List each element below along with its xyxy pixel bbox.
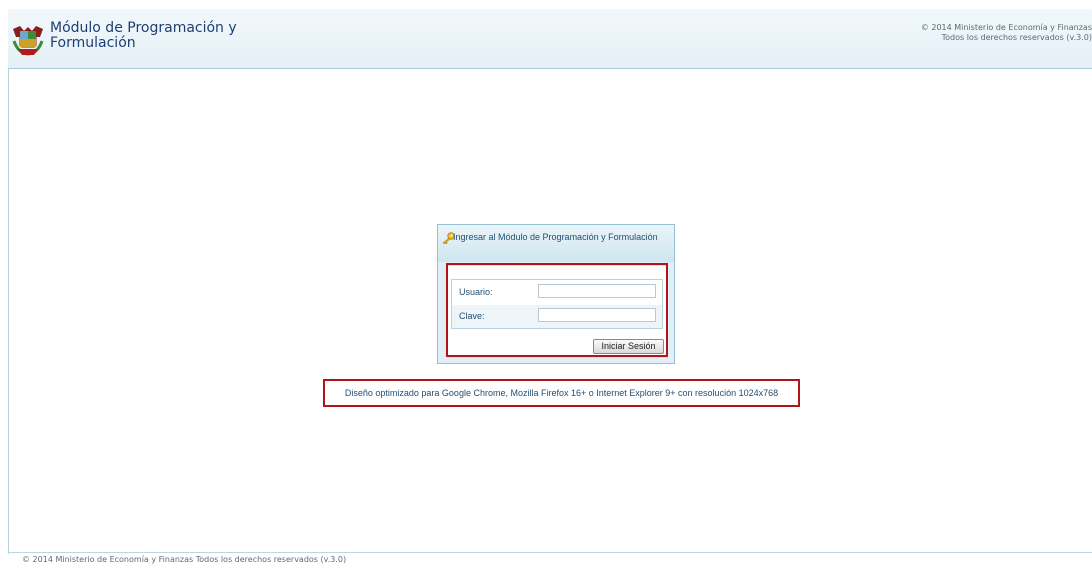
footer-copyright: © 2014 Ministerio de Economía y Finanzas… bbox=[22, 555, 347, 564]
username-row: Usuario: bbox=[452, 281, 662, 304]
login-button[interactable]: Iniciar Sesión bbox=[593, 339, 664, 354]
password-label: Clave: bbox=[459, 311, 485, 321]
copyright-line2: Todos los derechos reservados (v.3.0) bbox=[941, 33, 1092, 42]
login-panel: Ingresar al Módulo de Programación y For… bbox=[437, 224, 675, 364]
username-input[interactable] bbox=[538, 284, 656, 298]
coat-of-arms-logo bbox=[12, 26, 44, 56]
login-form: Usuario: Clave: Iniciar Sesión bbox=[446, 265, 668, 358]
credentials-table: Usuario: Clave: bbox=[451, 279, 663, 329]
browser-notice-text: Diseño optimizado para Google Chrome, Mo… bbox=[344, 388, 779, 398]
password-row: Clave: bbox=[452, 305, 662, 328]
app-header: Módulo de Programación y Formulación © 2… bbox=[8, 9, 1092, 69]
app-title: Módulo de Programación y Formulación bbox=[50, 21, 310, 51]
login-title: Ingresar al Módulo de Programación y For… bbox=[453, 232, 658, 242]
app-title-line2: Formulación bbox=[50, 35, 136, 51]
copyright-line1: © 2014 Ministerio de Economía y Finanzas bbox=[920, 23, 1092, 32]
browser-notice-box: Diseño optimizado para Google Chrome, Mo… bbox=[323, 379, 800, 407]
app-title-line1: Módulo de Programación y bbox=[50, 20, 237, 36]
username-label: Usuario: bbox=[459, 287, 493, 297]
footer-divider bbox=[8, 552, 1092, 553]
password-input[interactable] bbox=[538, 308, 656, 322]
login-panel-header: Ingresar al Módulo de Programación y For… bbox=[438, 225, 674, 262]
header-copyright: © 2014 Ministerio de Economía y Finanzas… bbox=[912, 23, 1092, 43]
